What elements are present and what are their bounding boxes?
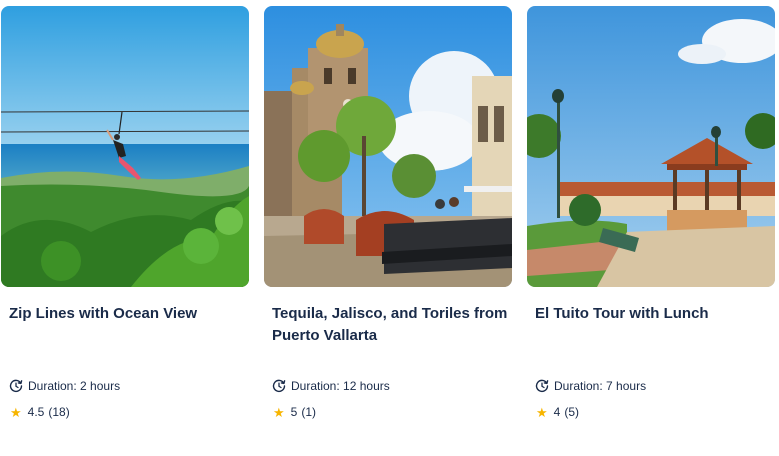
rating-info: ★ 4.5 (18)	[10, 404, 70, 420]
duration-value: 12 hours	[343, 379, 390, 393]
review-count: (5)	[564, 405, 580, 419]
review-count: (18)	[48, 405, 70, 419]
activity-card-zip-lines[interactable]: Zip Lines with Ocean View Duration: 2 ho…	[1, 6, 249, 426]
rating-score: 5	[290, 405, 298, 419]
duration-label: Duration:	[28, 379, 77, 393]
activity-photo[interactable]	[264, 6, 512, 287]
star-icon: ★	[536, 404, 548, 420]
activity-title[interactable]: El Tuito Tour with Lunch	[535, 303, 771, 325]
duration-info: Duration: 2 hours	[9, 378, 120, 394]
rating-info: ★ 5 (1)	[273, 404, 316, 420]
star-icon: ★	[10, 404, 22, 420]
duration-value: 2 hours	[80, 379, 121, 393]
activity-card-tequila-tour[interactable]: Tequila, Jalisco, and Toriles from Puert…	[264, 6, 512, 426]
activity-title[interactable]: Tequila, Jalisco, and Toriles from Puert…	[272, 303, 508, 347]
clock-arrow-icon	[535, 379, 549, 393]
duration-info: Duration: 7 hours	[535, 378, 646, 394]
activity-card-el-tuito[interactable]: El Tuito Tour with Lunch Duration: 7 hou…	[527, 6, 775, 426]
duration-label: Duration:	[291, 379, 340, 393]
activity-photo[interactable]	[527, 6, 775, 287]
duration-label: Duration:	[554, 379, 603, 393]
rating-score: 4.5	[27, 405, 45, 419]
activity-title[interactable]: Zip Lines with Ocean View	[9, 303, 245, 325]
activity-photo[interactable]	[1, 6, 249, 287]
zipline-ocean-photo	[1, 6, 249, 287]
star-icon: ★	[273, 404, 285, 420]
duration-value: 7 hours	[606, 379, 647, 393]
tequila-church-plaza-photo	[264, 6, 512, 287]
el-tuito-plaza-photo	[527, 6, 775, 287]
review-count: (1)	[301, 405, 317, 419]
rating-score: 4	[553, 405, 561, 419]
rating-info: ★ 4 (5)	[536, 404, 579, 420]
clock-arrow-icon	[272, 379, 286, 393]
clock-arrow-icon	[9, 379, 23, 393]
activity-card-list: Zip Lines with Ocean View Duration: 2 ho…	[0, 0, 779, 456]
duration-info: Duration: 12 hours	[272, 378, 390, 394]
